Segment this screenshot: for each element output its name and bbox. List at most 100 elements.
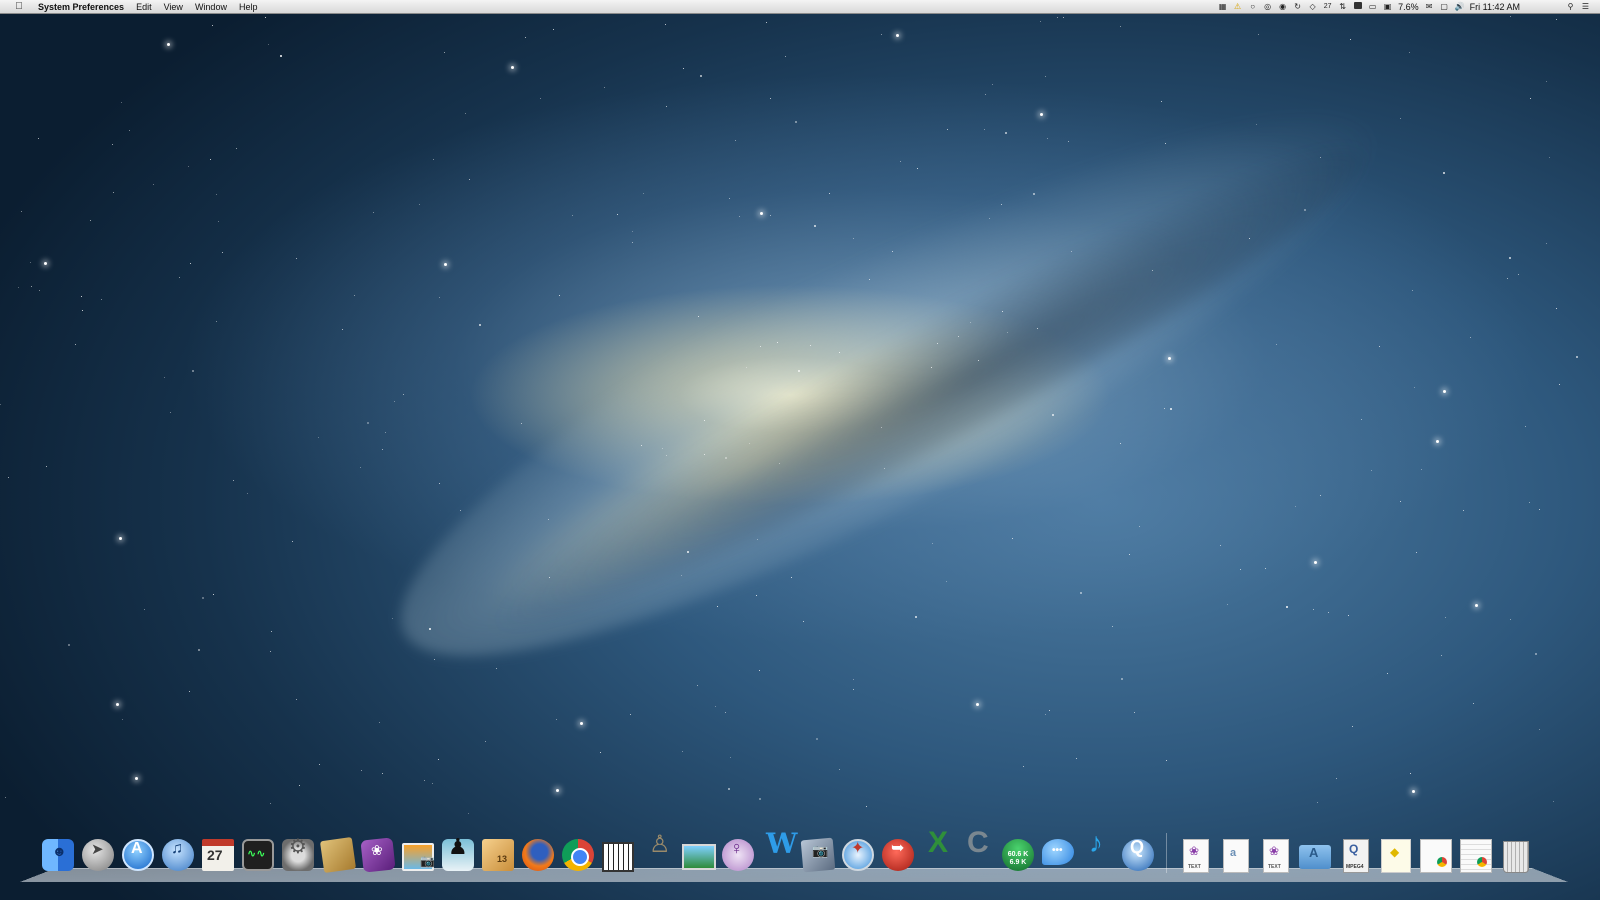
list-icon[interactable]: ☰: [1581, 2, 1590, 11]
menu-window[interactable]: Window: [195, 2, 227, 12]
calendar-icon[interactable]: 27: [1323, 2, 1332, 11]
automator-icon[interactable]: ♙: [640, 833, 676, 873]
volume-icon[interactable]: 🔊: [1455, 2, 1465, 11]
image-capture-icon[interactable]: 📷: [800, 837, 836, 873]
finder-icon[interactable]: ☻: [40, 837, 76, 873]
star: [1139, 526, 1140, 527]
chrome-document-icon[interactable]: [1417, 837, 1453, 873]
text-document-icon-2[interactable]: ❀ TEXT: [1257, 837, 1293, 873]
star: [1045, 76, 1046, 77]
quicktime-icon[interactable]: Q: [1120, 837, 1156, 873]
chrome-document-icon-2[interactable]: [1457, 837, 1493, 873]
star: [153, 184, 154, 185]
star: [1314, 561, 1317, 564]
star: [438, 759, 439, 760]
spy-app-icon[interactable]: ♟: [440, 836, 476, 873]
system-preferences-icon[interactable]: ⚙: [280, 837, 316, 873]
red-app-icon[interactable]: ➥: [880, 837, 916, 873]
globe-icon[interactable]: ◉: [1278, 2, 1287, 11]
messages-icon[interactable]: •••: [1040, 837, 1076, 873]
star: [319, 764, 320, 765]
battery-icon[interactable]: [1353, 2, 1362, 11]
clock[interactable]: Fri 11:42 AM: [1470, 2, 1520, 12]
screen-icon[interactable]: ▢: [1440, 2, 1449, 11]
trash-icon[interactable]: [1497, 837, 1533, 873]
activity-monitor-icon[interactable]: ∿∿: [240, 837, 276, 873]
star: [984, 129, 985, 130]
star: [1080, 592, 1082, 594]
star: [1470, 337, 1471, 338]
star: [179, 277, 180, 278]
purple-app-icon[interactable]: ❀: [360, 837, 396, 873]
star: [1328, 612, 1329, 613]
word-icon[interactable]: W: [760, 830, 797, 873]
star: [814, 225, 816, 227]
star: [866, 806, 867, 807]
cpu-percent[interactable]: 7.6%: [1398, 2, 1419, 12]
menu-app-name[interactable]: System Preferences: [38, 2, 124, 12]
star: [233, 480, 234, 481]
star: [360, 467, 361, 468]
launchpad-icon[interactable]: ➤: [80, 837, 116, 873]
menu-view[interactable]: View: [164, 2, 183, 12]
star: [881, 34, 882, 35]
excel-icon[interactable]: X: [920, 828, 956, 873]
star: [728, 788, 730, 790]
star: [1012, 538, 1013, 539]
star: [759, 798, 761, 800]
star: [881, 427, 882, 428]
note-document-icon[interactable]: ◆: [1377, 837, 1413, 873]
star: [853, 238, 854, 239]
star: [730, 757, 731, 758]
star: [144, 609, 145, 610]
box-app-icon[interactable]: 13: [480, 837, 516, 873]
menu-help[interactable]: Help: [239, 2, 258, 12]
star: [1276, 344, 1277, 345]
apple-icon[interactable]: : [12, 1, 26, 12]
desktop[interactable]: [0, 0, 1600, 900]
female-symbol-icon[interactable]: ♀: [720, 837, 756, 873]
network-monitor-icon[interactable]: 60.6 K 6.9 K: [1000, 837, 1036, 873]
activity-icon[interactable]: ⇅: [1338, 2, 1347, 11]
preview-icon[interactable]: [680, 837, 716, 873]
star: [392, 618, 393, 619]
firefox-icon[interactable]: [520, 837, 556, 873]
star: [122, 719, 123, 720]
text-document-icon[interactable]: ❀ TEXT: [1177, 837, 1213, 873]
chrome-icon[interactable]: [560, 837, 596, 873]
star: [1240, 569, 1241, 570]
c-app-icon[interactable]: C: [960, 828, 996, 873]
mpeg-document-icon[interactable]: Q MPEG4: [1337, 837, 1373, 873]
star: [439, 483, 440, 484]
star: [1033, 193, 1035, 195]
textedit-icon[interactable]: [319, 836, 357, 874]
star: [798, 370, 800, 372]
folder-icon[interactable]: ▦: [1218, 2, 1227, 11]
airplay-icon[interactable]: ▣: [1383, 2, 1392, 11]
app-store-icon[interactable]: A: [120, 837, 156, 873]
menu-edit[interactable]: Edit: [136, 2, 152, 12]
itunes-icon[interactable]: ♫: [160, 837, 196, 873]
safari-icon[interactable]: ✦: [840, 837, 876, 873]
star: [759, 670, 760, 671]
display-icon[interactable]: ▭: [1368, 2, 1377, 11]
star: [884, 468, 885, 469]
star: [167, 43, 170, 46]
star: [1387, 673, 1388, 674]
music-note-icon[interactable]: ♪: [1080, 829, 1116, 873]
mail-icon[interactable]: ✉: [1425, 2, 1434, 11]
blank-document-icon[interactable]: a: [1217, 837, 1253, 873]
dropbox-icon[interactable]: ◇: [1308, 2, 1317, 11]
star: [1539, 509, 1540, 510]
warning-icon[interactable]: ⚠: [1233, 2, 1242, 11]
star: [795, 121, 797, 123]
applications-folder-icon[interactable]: A: [1297, 837, 1333, 873]
lock-icon[interactable]: ○: [1248, 2, 1257, 11]
piano-icon[interactable]: [600, 837, 636, 873]
sync-icon[interactable]: ↻: [1293, 2, 1302, 11]
headphones-icon[interactable]: ◎: [1263, 2, 1272, 11]
spotlight-icon[interactable]: ⚲: [1566, 2, 1575, 11]
iphoto-icon[interactable]: 📷: [400, 837, 436, 873]
calendar-icon[interactable]: 27: [200, 837, 236, 873]
star: [433, 159, 434, 160]
